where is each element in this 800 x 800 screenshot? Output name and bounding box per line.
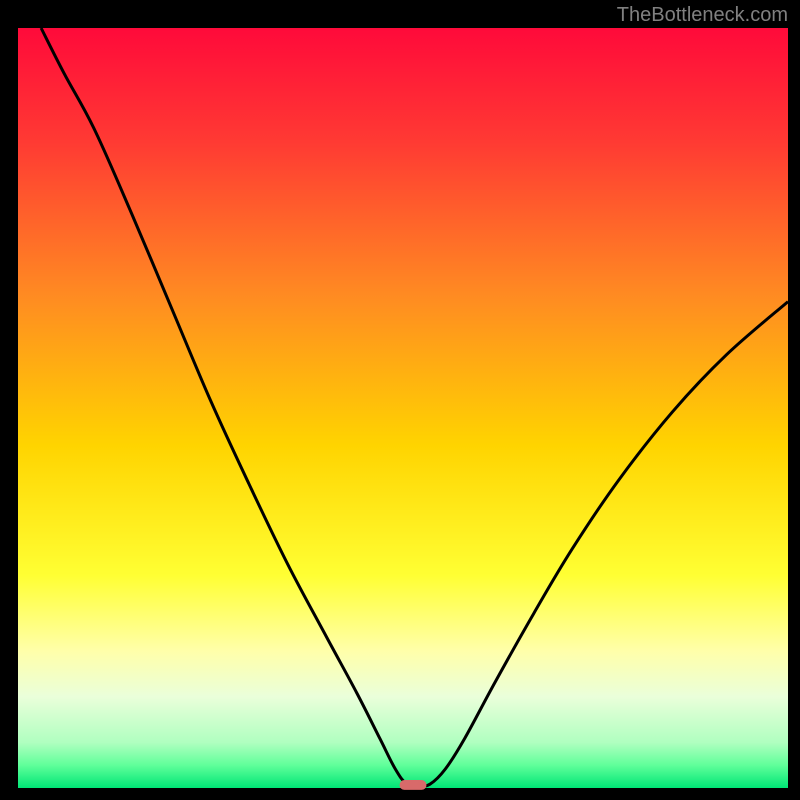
attribution-text: TheBottleneck.com bbox=[617, 4, 788, 27]
optimal-marker bbox=[400, 780, 427, 790]
bottleneck-chart bbox=[0, 0, 800, 800]
chart-container: TheBottleneck.com bbox=[0, 0, 800, 800]
plot-background bbox=[18, 28, 788, 788]
